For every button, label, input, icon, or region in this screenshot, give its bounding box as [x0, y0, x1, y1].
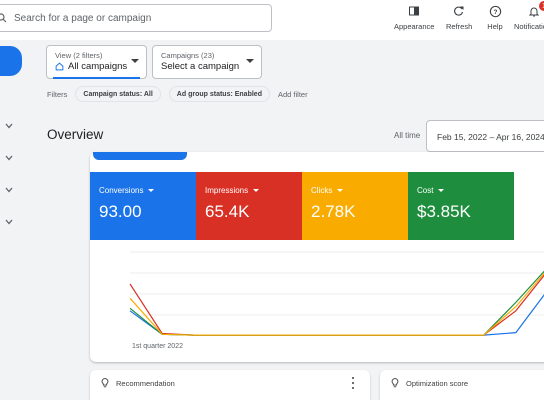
caret-down-icon	[253, 189, 260, 192]
more-options-icon[interactable]	[350, 377, 356, 389]
help-icon: ?	[487, 3, 503, 19]
campaign-selector-label: Campaigns (23)	[161, 51, 215, 60]
refresh-label: Refresh	[446, 22, 473, 31]
chart-series-line-1	[129, 274, 544, 336]
caret-down-icon	[438, 189, 445, 192]
metric-label: Cost	[417, 186, 434, 195]
notifications-label: Notifications	[514, 22, 544, 31]
recommendation-title: Recommendation	[116, 379, 175, 388]
create-button[interactable]	[0, 46, 22, 76]
filter-chip-ad-group-status[interactable]: Ad group status: Enabled	[168, 86, 270, 102]
campaign-selector[interactable]: Campaigns (23) Select a campaign	[152, 45, 262, 79]
search-icon	[0, 11, 9, 25]
add-filter-button[interactable]: Add filter	[278, 90, 308, 99]
chevron-down-icon[interactable]	[4, 153, 14, 163]
bell-icon: 1	[526, 1, 544, 19]
appearance-label: Appearance	[394, 22, 435, 31]
chart-series-line-0	[129, 294, 544, 336]
metric-label: Conversions	[99, 186, 144, 195]
metric-tile-conversions[interactable]: Conversions 93.00	[90, 172, 196, 240]
filters-label: Filters	[47, 89, 68, 99]
refresh-icon	[451, 3, 467, 19]
view-selector-underline	[53, 77, 140, 79]
caret-down-icon	[337, 189, 344, 192]
help-label: Help	[487, 22, 503, 31]
view-selector-value: All campaigns	[68, 61, 128, 72]
chevron-down-icon[interactable]	[4, 121, 14, 131]
range-label: All time	[394, 131, 421, 140]
svg-text:?: ?	[493, 8, 497, 15]
caret-down-icon	[246, 59, 254, 63]
notifications-button[interactable]: 1 Notifications	[514, 1, 544, 31]
notifications-badge: 1	[539, 1, 544, 11]
caret-down-icon	[131, 59, 139, 63]
chevron-down-icon[interactable]	[4, 217, 14, 227]
help-button[interactable]: ? Help	[487, 3, 503, 31]
top-bar: Appearance Refresh ? Help 1 Notification…	[0, 0, 544, 40]
selected-tab-indicator	[93, 152, 187, 160]
metric-tile-clicks[interactable]: Clicks 2.78K	[302, 172, 408, 240]
metric-value: $3.85K	[417, 202, 471, 221]
search-box[interactable]	[0, 4, 272, 32]
view-selector[interactable]: View (2 filters) All campaigns	[46, 45, 147, 79]
metric-label: Impressions	[205, 186, 249, 195]
date-range-picker[interactable]: Feb 15, 2022 – Apr 16, 2024	[426, 120, 544, 152]
home-icon	[55, 62, 64, 71]
page: Appearance Refresh ? Help 1 Notification…	[0, 0, 544, 400]
chevron-down-icon[interactable]	[4, 185, 14, 195]
metric-tile-impressions[interactable]: Impressions 65.4K	[196, 172, 302, 240]
metric-value: 93.00	[99, 202, 142, 221]
performance-chart: 1st quarter 2022	[129, 251, 544, 350]
filters-row: Filters Campaign status: All Ad group st…	[47, 86, 308, 102]
chart-x-tick-label: 1st quarter 2022	[132, 343, 183, 350]
chart-series-line-2	[129, 270, 544, 336]
lightbulb-icon	[100, 378, 110, 388]
optimization-score-title: Optimization score	[406, 379, 469, 388]
metric-tile-cost[interactable]: Cost $3.85K	[408, 172, 514, 240]
recommendation-card[interactable]: Recommendation	[90, 370, 370, 400]
refresh-button[interactable]: Refresh	[446, 3, 472, 31]
page-title: Overview	[47, 127, 104, 142]
chart-series-line-3	[129, 272, 544, 336]
lightbulb-icon	[390, 378, 400, 388]
filter-chip-campaign-status[interactable]: Campaign status: All	[75, 86, 161, 102]
metric-value: 2.78K	[311, 202, 356, 221]
campaign-selector-value: Select a campaign	[161, 61, 240, 72]
appearance-icon	[406, 3, 422, 19]
performance-card: Conversions 93.00 Impressions 65.4K Clic…	[90, 152, 544, 362]
appearance-button[interactable]: Appearance	[394, 3, 434, 31]
optimization-score-card[interactable]: Optimization score	[380, 370, 544, 400]
metric-value: 65.4K	[205, 202, 250, 221]
search-input[interactable]	[14, 12, 254, 24]
caret-down-icon	[148, 189, 155, 192]
metric-label: Clicks	[311, 186, 333, 195]
view-selector-label: View (2 filters)	[55, 51, 103, 60]
